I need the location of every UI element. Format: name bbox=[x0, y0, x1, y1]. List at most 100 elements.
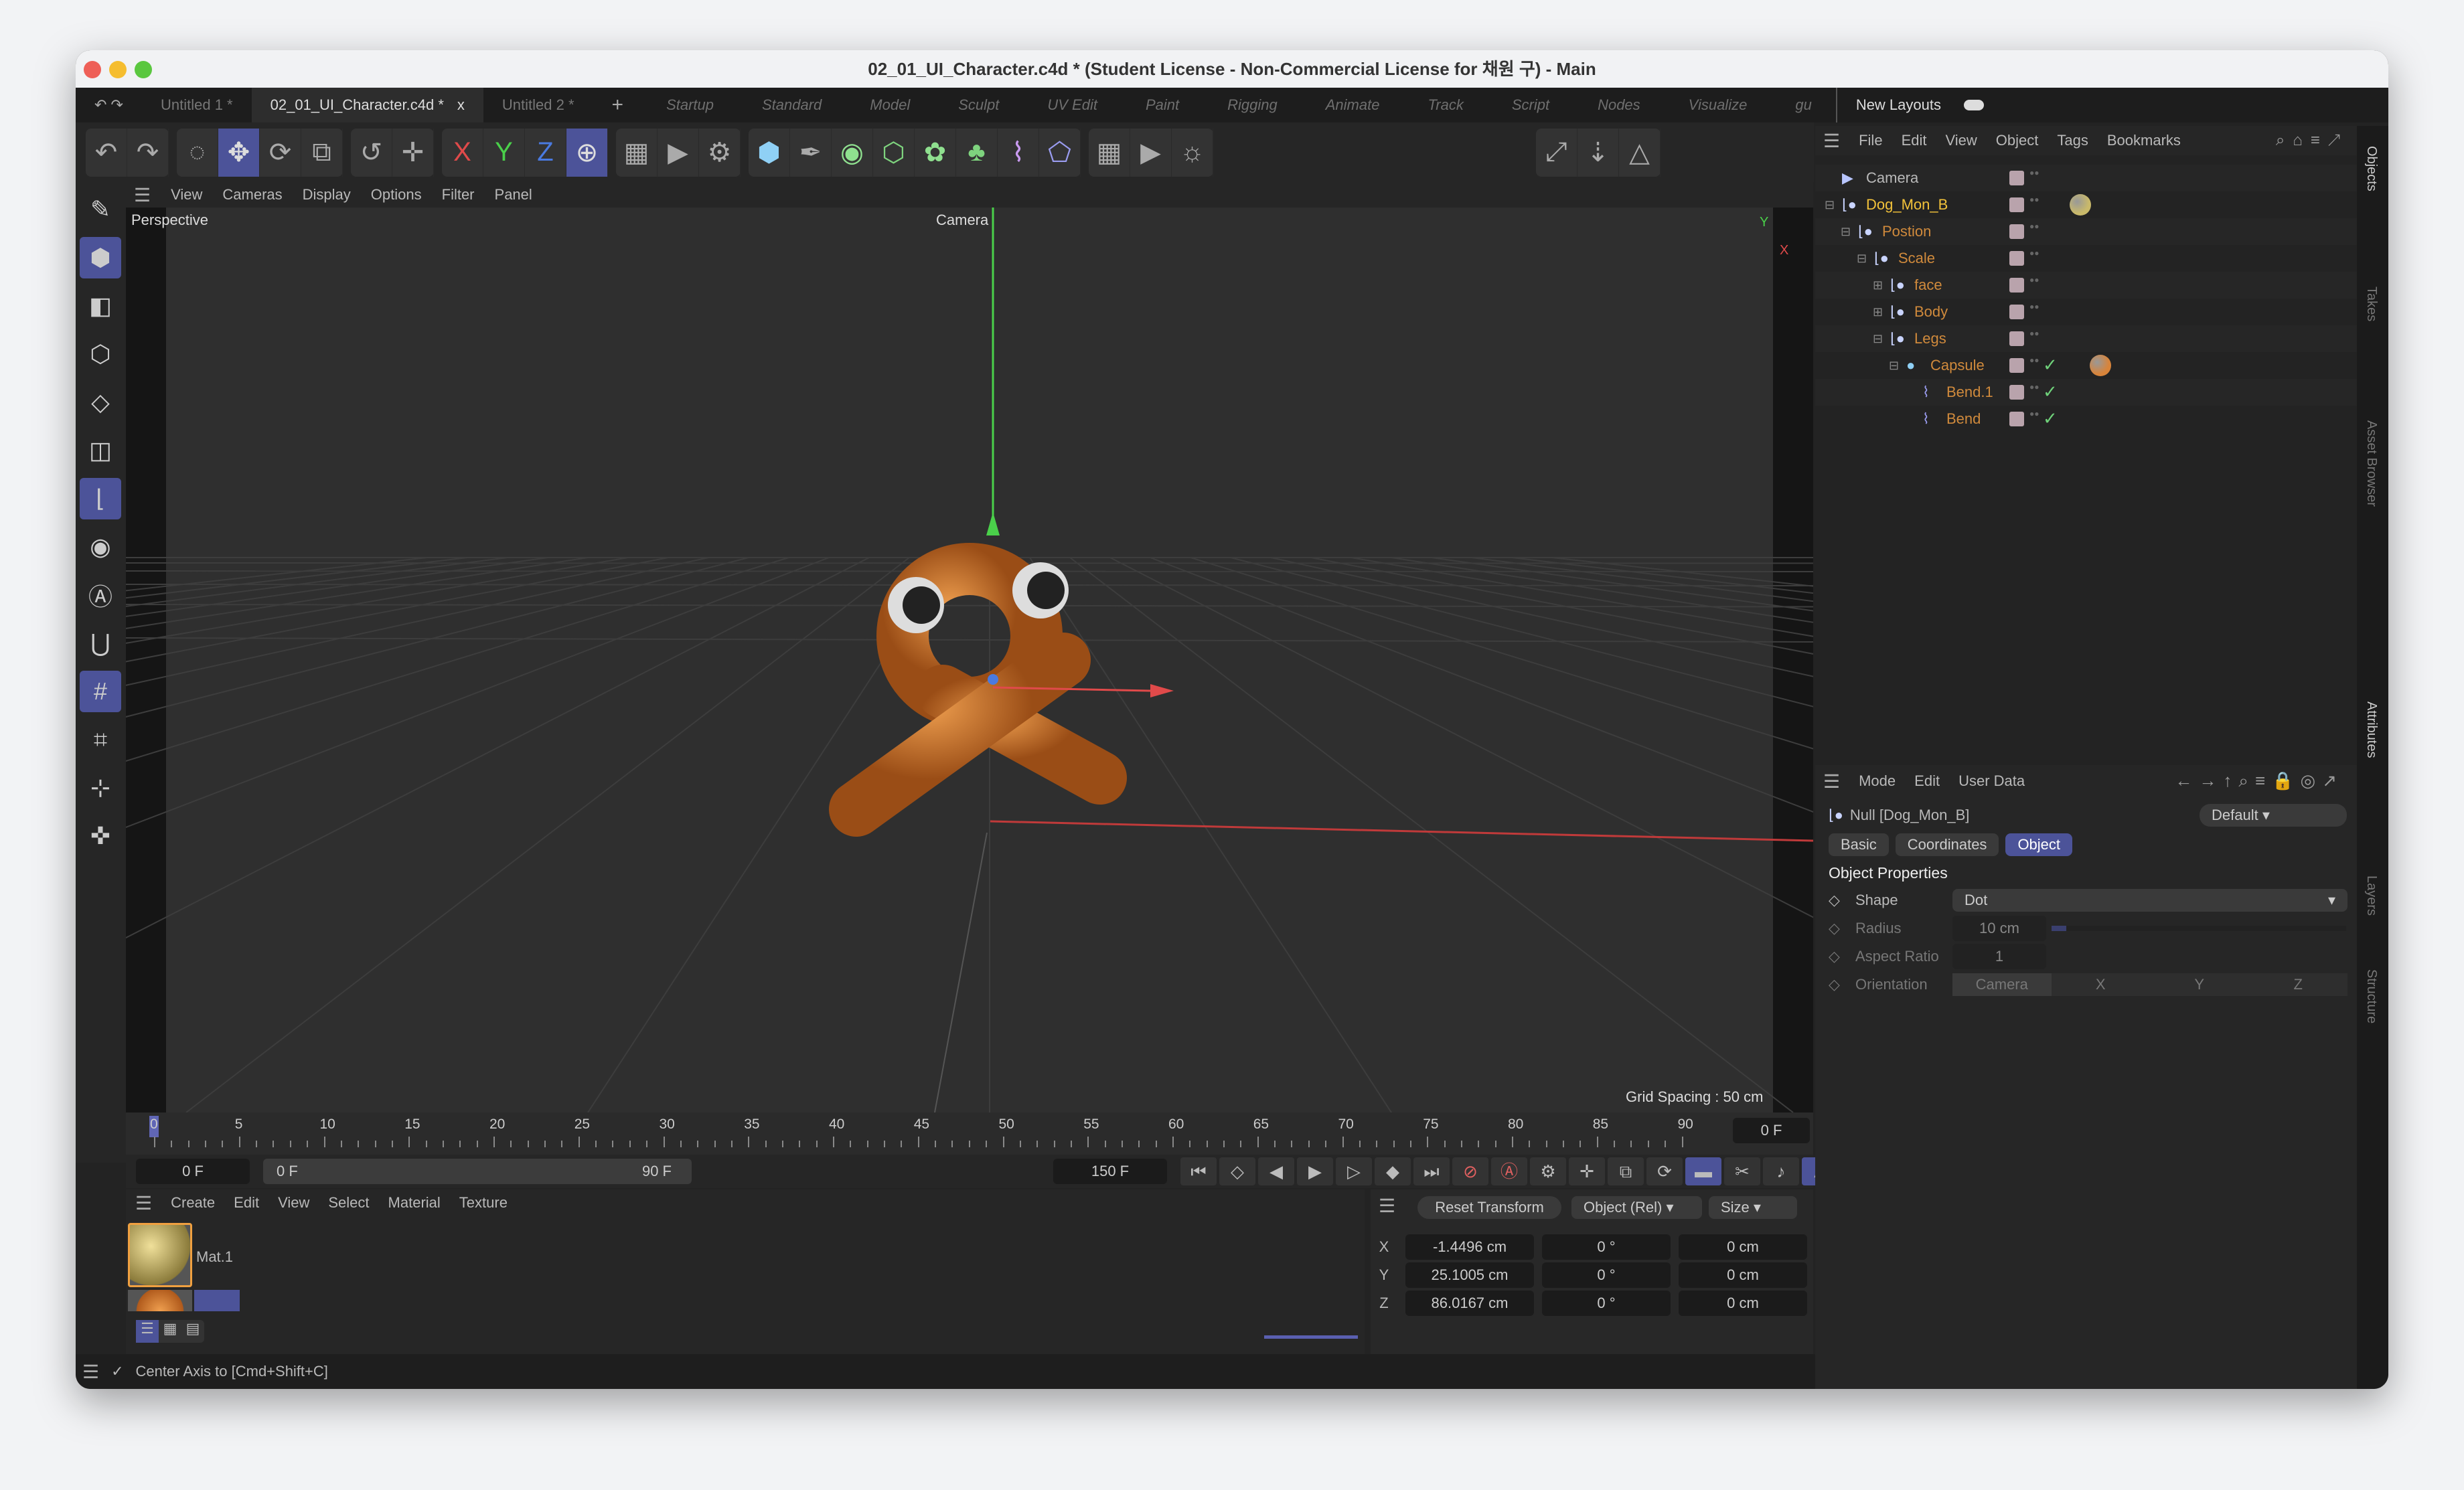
side-tab-objects[interactable]: Objects bbox=[2364, 146, 2379, 191]
polygon-mode-icon[interactable]: ◧ bbox=[80, 285, 121, 327]
layout-tab[interactable]: Script bbox=[1488, 88, 1573, 122]
document-tab[interactable]: Untitled 1 * bbox=[142, 88, 252, 122]
document-tab[interactable]: 02_01_UI_Character.c4d * x bbox=[251, 88, 483, 122]
material-thumb-mat1[interactable] bbox=[128, 1223, 192, 1287]
object-name[interactable]: Legs bbox=[1914, 330, 1946, 347]
uv-mode-icon[interactable]: ◫ bbox=[80, 430, 121, 471]
rot-field[interactable]: 0 ° bbox=[1542, 1262, 1671, 1288]
symmetry-icon[interactable]: △ bbox=[1619, 128, 1661, 177]
layout-tab[interactable]: Rigging bbox=[1203, 88, 1302, 122]
object-name[interactable]: Bend.1 bbox=[1946, 384, 1993, 401]
orientation-option[interactable]: Camera bbox=[1952, 973, 2052, 996]
object-name[interactable]: Scale bbox=[1898, 250, 1935, 267]
enable-workplane-icon[interactable]: ◉ bbox=[80, 526, 121, 568]
object-name[interactable]: Dog_Mon_B bbox=[1866, 196, 1948, 214]
close-tab-icon[interactable]: x bbox=[457, 96, 465, 113]
side-tab-layers[interactable]: Layers bbox=[2364, 876, 2379, 916]
pen-icon[interactable]: ✒ bbox=[790, 128, 832, 177]
edge-mode-icon[interactable]: ⬡ bbox=[80, 333, 121, 375]
keyframe-diamond-icon[interactable]: ◇ bbox=[1829, 948, 1855, 965]
size-field[interactable]: 0 cm bbox=[1679, 1234, 1807, 1260]
next-key-icon[interactable]: ◆ bbox=[1375, 1157, 1411, 1185]
camera-icon[interactable]: ▶ bbox=[1130, 128, 1172, 177]
visibility-dots[interactable]: ●● bbox=[2029, 195, 2039, 204]
object-row[interactable]: ⌇ Bend ●● ✓ bbox=[1815, 406, 2357, 432]
object-row[interactable]: ⊟ ⌊● Scale ●● bbox=[1815, 245, 2357, 272]
layout-tab[interactable]: Track bbox=[1403, 88, 1487, 122]
minimize-window-button[interactable] bbox=[109, 61, 127, 78]
viewport-menu-filter[interactable]: Filter bbox=[442, 186, 475, 203]
tab-coordinates[interactable]: Coordinates bbox=[1895, 833, 1999, 856]
timeline-ruler[interactable]: 0 5 10 15 20 25 30 35 40 45 50 55 60 65 70 75 80 85 90 0 F bbox=[126, 1112, 1813, 1155]
z-axis-icon[interactable]: Z bbox=[525, 128, 566, 177]
material-tag[interactable] bbox=[2070, 194, 2091, 216]
object-row[interactable]: ▶ Camera ●● bbox=[1815, 165, 2357, 191]
snap-icon[interactable]: Ⓐ bbox=[80, 574, 121, 616]
rot-field[interactable]: 0 ° bbox=[1542, 1234, 1671, 1260]
record-icon[interactable]: ⊘ bbox=[1452, 1157, 1488, 1185]
viewport-menu-cameras[interactable]: Cameras bbox=[222, 186, 282, 203]
preset-dropdown[interactable]: Default ▾ bbox=[2200, 804, 2347, 827]
key-rotation-icon[interactable]: ⟳ bbox=[1646, 1157, 1683, 1185]
expand-toggle-icon[interactable]: ⊞ bbox=[1873, 278, 1883, 293]
frame-range-slider[interactable]: 0 F 90 F bbox=[263, 1159, 692, 1184]
prev-frame-icon[interactable]: ◀ bbox=[1258, 1157, 1294, 1185]
side-tab-takes[interactable]: Takes bbox=[2364, 286, 2379, 321]
viewport-solo-icon[interactable]: ⤢ bbox=[1536, 128, 1577, 177]
scale-icon[interactable]: ⧉ bbox=[301, 128, 343, 177]
close-window-button[interactable] bbox=[84, 61, 101, 78]
world-coordinates-icon[interactable]: ⊕ bbox=[566, 128, 608, 177]
last-frame-icon[interactable]: ⏭ bbox=[1413, 1157, 1450, 1185]
pos-field[interactable]: 86.0167 cm bbox=[1405, 1291, 1534, 1316]
orientation-option[interactable]: Y bbox=[2150, 973, 2249, 996]
material-menu-view[interactable]: View bbox=[278, 1194, 309, 1212]
light-icon[interactable]: ☼ bbox=[1172, 128, 1213, 177]
attribute-menu-mode[interactable]: Mode bbox=[1859, 772, 1896, 790]
enabled-check-icon[interactable]: ✓ bbox=[2043, 355, 2058, 376]
object-menu-object[interactable]: Object bbox=[1996, 132, 2039, 149]
subdivision-icon[interactable]: ◉ bbox=[832, 128, 873, 177]
key-scale-icon[interactable]: ⧉ bbox=[1608, 1157, 1644, 1185]
layer-color[interactable] bbox=[2009, 305, 2024, 319]
object-name[interactable]: Camera bbox=[1866, 169, 1918, 187]
viewport-menu-options[interactable]: Options bbox=[371, 186, 422, 203]
visibility-dots[interactable]: ●● bbox=[2029, 302, 2039, 311]
menu-icon[interactable]: ☰ bbox=[82, 1361, 99, 1383]
layer-color[interactable] bbox=[2009, 224, 2024, 239]
coordinate-mode-dropdown[interactable]: Object (Rel) ▾ bbox=[1571, 1196, 1702, 1219]
material-menu-edit[interactable]: Edit bbox=[234, 1194, 259, 1212]
next-frame-icon[interactable]: ▷ bbox=[1336, 1157, 1372, 1185]
key-param-icon[interactable]: ▬ bbox=[1685, 1157, 1721, 1185]
object-name[interactable]: Bend bbox=[1946, 410, 1981, 428]
recent-tools-icon[interactable]: ↺ bbox=[351, 128, 392, 177]
layer-color[interactable] bbox=[2009, 197, 2024, 212]
viewport[interactable]: YX Perspective Camera Grid Spacing : 50 … bbox=[126, 208, 1813, 1112]
menu-icon[interactable]: ☰ bbox=[1823, 130, 1840, 152]
bend-deformer-icon[interactable]: ⌇ bbox=[998, 128, 1039, 177]
object-name[interactable]: face bbox=[1914, 276, 1942, 294]
material-menu-create[interactable]: Create bbox=[171, 1194, 215, 1212]
orientation-option[interactable]: X bbox=[2052, 973, 2151, 996]
size-field[interactable]: 0 cm bbox=[1679, 1291, 1807, 1316]
add-tab-button[interactable]: + bbox=[593, 88, 643, 122]
cloner-icon[interactable]: ✿ bbox=[915, 128, 956, 177]
y-axis-icon[interactable]: Y bbox=[483, 128, 525, 177]
object-search-icons[interactable]: ⌕⌂≡↗ bbox=[2276, 131, 2349, 150]
tab-basic[interactable]: Basic bbox=[1829, 833, 1889, 856]
prev-key-icon[interactable]: ◇ bbox=[1219, 1157, 1255, 1185]
material-menu-material[interactable]: Material bbox=[388, 1194, 441, 1212]
grid-snap-icon[interactable]: # bbox=[80, 671, 121, 712]
expand-toggle-icon[interactable]: ⊞ bbox=[1873, 305, 1883, 319]
material-tag[interactable] bbox=[2090, 355, 2111, 376]
object-row[interactable]: ⌇ Bend.1 ●● ✓ bbox=[1815, 379, 2357, 406]
magnet-icon[interactable]: ⋃ bbox=[80, 623, 121, 664]
property-field[interactable]: 10 cm bbox=[1952, 916, 2046, 941]
x-axis-icon[interactable]: X bbox=[442, 128, 483, 177]
object-row[interactable]: ⊟ ● Capsule ●● ✓ bbox=[1815, 352, 2357, 379]
object-menu-bookmarks[interactable]: Bookmarks bbox=[2107, 132, 2181, 149]
attribute-menu-edit[interactable]: Edit bbox=[1914, 772, 1940, 790]
expand-toggle-icon[interactable]: ⊟ bbox=[1889, 359, 1899, 373]
viewport-menu-view[interactable]: View bbox=[171, 186, 202, 203]
object-row[interactable]: ⊞ ⌊● face ●● bbox=[1815, 272, 2357, 299]
layout-tab[interactable]: Model bbox=[846, 88, 934, 122]
